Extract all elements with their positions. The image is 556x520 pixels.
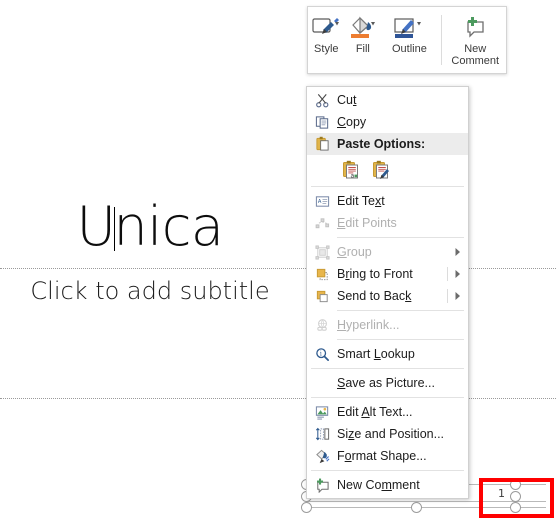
menu-item-bring-to-front[interactable]: Bring to Front <box>307 263 468 285</box>
chevron-right-icon <box>454 263 462 285</box>
shape-outline-pencil-icon <box>392 13 426 43</box>
menu-item-copy-label: Copy <box>337 115 367 129</box>
fill-bucket-icon <box>348 13 378 43</box>
menu-item-group: Group <box>307 241 468 263</box>
menu-item-paste-options[interactable]: Paste Options: <box>307 133 468 155</box>
menu-item-send-to-back[interactable]: Send to Back <box>307 285 468 307</box>
submenu-divider <box>447 289 448 303</box>
text-cursor <box>113 207 115 251</box>
paste-options-row[interactable]: a <box>307 155 468 183</box>
outline-button[interactable]: Outline <box>381 7 438 73</box>
format-shape-icon <box>307 445 337 467</box>
menu-separator-4 <box>337 339 464 340</box>
menu-item-smart-lookup[interactable]: i Smart Lookup <box>307 343 468 365</box>
toolbar-divider <box>440 15 442 65</box>
menu-item-send-to-back-label: Send to Back <box>337 289 412 303</box>
menu-item-edit-text[interactable]: A Edit Text <box>307 190 468 212</box>
hyperlink-icon <box>307 314 337 336</box>
menu-separator-6 <box>311 397 464 398</box>
menu-item-save-as-picture-label: Save as Picture... <box>337 376 435 390</box>
copy-pages-icon <box>307 111 337 133</box>
send-to-back-icon <box>307 285 337 307</box>
menu-item-hyperlink-label: Hyperlink... <box>337 318 400 332</box>
mini-floating-toolbar[interactable]: Style Fill Outline New Comment <box>307 6 507 74</box>
outline-button-label: Outline <box>391 43 427 55</box>
subtitle-placeholder-text[interactable]: Click to add subtitle <box>0 276 300 306</box>
menu-separator-3 <box>337 310 464 311</box>
scissors-icon <box>307 89 337 111</box>
menu-separator-5 <box>311 368 464 369</box>
menu-item-smart-lookup-label: Smart Lookup <box>337 347 415 361</box>
shape-style-icon <box>311 13 341 43</box>
menu-item-size-and-position-label: Size and Position... <box>337 427 445 441</box>
paste-keep-text-only-icon[interactable]: a <box>341 158 361 180</box>
menu-item-edit-points: Edit Points <box>307 212 468 234</box>
svg-text:A: A <box>317 198 321 204</box>
menu-item-format-shape[interactable]: Format Shape... <box>307 445 468 467</box>
new-comment-icon <box>460 13 490 43</box>
context-menu[interactable]: Cut Copy Paste Options: a A Edit Text Ed… <box>306 86 469 499</box>
new-comment-button-label-line2: Comment <box>451 55 500 67</box>
size-position-icon <box>307 423 337 445</box>
style-button-label: Style <box>314 43 339 55</box>
menu-item-edit-alt-text-label: Edit Alt Text... <box>337 405 413 419</box>
menu-separator-7 <box>311 470 464 471</box>
menu-item-new-comment-label: New Comment <box>337 478 420 492</box>
subtitle-placeholder-border <box>0 398 556 399</box>
slide-canvas[interactable]: Unica Click to add subtitle <box>0 0 556 520</box>
menu-item-format-shape-label: Format Shape... <box>337 449 427 463</box>
chevron-right-icon <box>454 285 462 307</box>
edit-points-icon <box>307 212 337 234</box>
fill-button-label: Fill <box>355 43 370 55</box>
slide-title-value: Unica <box>76 195 224 258</box>
menu-item-size-and-position[interactable]: Size and Position... <box>307 423 468 445</box>
svg-text:a: a <box>351 172 355 179</box>
clipboard-icon <box>307 133 337 155</box>
menu-item-cut-label: Cut <box>337 93 357 107</box>
fill-button[interactable]: Fill <box>345 7 382 73</box>
new-comment-button[interactable]: New Comment <box>445 7 507 73</box>
menu-item-save-as-picture[interactable]: Save as Picture... <box>307 372 468 394</box>
menu-item-copy[interactable]: Copy <box>307 111 468 133</box>
menu-item-paste-options-label: Paste Options: <box>337 137 426 151</box>
menu-item-group-label: Group <box>337 245 372 259</box>
edit-alt-text-icon <box>307 401 337 423</box>
menu-separator-1 <box>311 186 464 187</box>
red-annotation-box <box>479 478 554 518</box>
chevron-right-icon <box>454 241 462 263</box>
group-shapes-icon <box>307 241 337 263</box>
menu-item-bring-to-front-label: Bring to Front <box>337 267 413 281</box>
slide-title-text[interactable]: Unica <box>0 196 300 258</box>
title-placeholder-border <box>0 268 556 269</box>
no-icon <box>307 372 337 394</box>
menu-separator-2 <box>337 237 464 238</box>
menu-item-cut[interactable]: Cut <box>307 89 468 111</box>
menu-item-edit-text-label: Edit Text <box>337 194 385 208</box>
menu-item-edit-points-label: Edit Points <box>337 216 397 230</box>
style-button[interactable]: Style <box>308 7 345 73</box>
menu-item-hyperlink: Hyperlink... <box>307 314 468 336</box>
menu-item-new-comment[interactable]: New Comment <box>307 474 468 496</box>
smart-lookup-icon: i <box>307 343 337 365</box>
submenu-divider <box>447 267 448 281</box>
bring-to-front-icon <box>307 263 337 285</box>
svg-text:i: i <box>319 350 321 357</box>
new-comment-button-label-line1: New <box>464 43 487 55</box>
edit-text-icon: A <box>307 190 337 212</box>
menu-item-edit-alt-text[interactable]: Edit Alt Text... <box>307 401 468 423</box>
new-comment-icon <box>307 474 337 496</box>
paste-keep-source-formatting-icon[interactable] <box>371 158 391 180</box>
